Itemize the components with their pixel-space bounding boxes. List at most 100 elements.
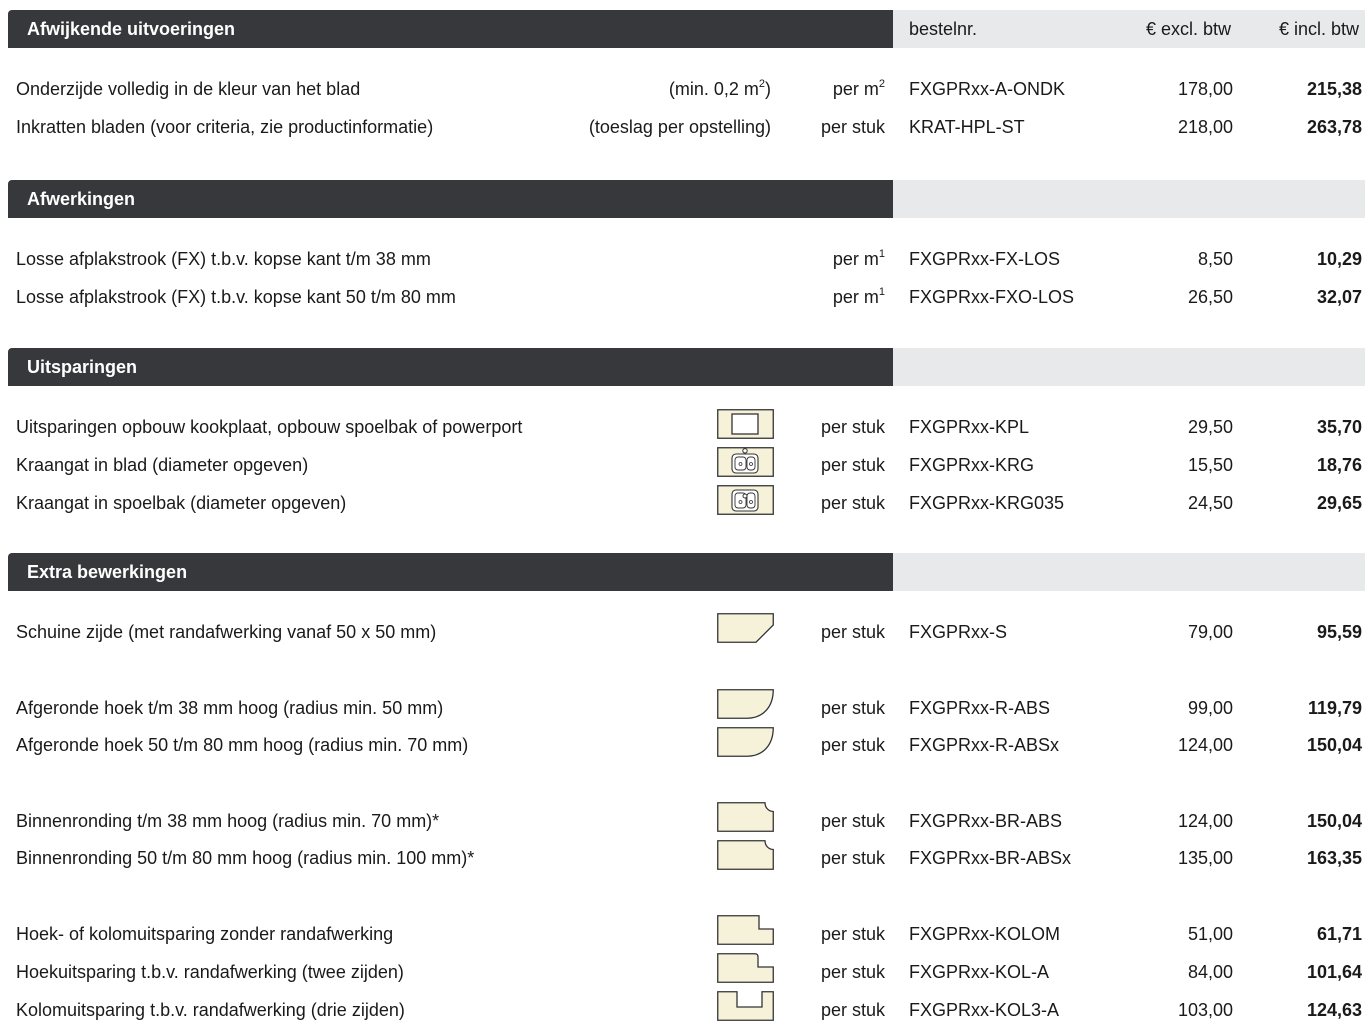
row-unit: per stuk [820, 811, 885, 831]
row-price-excl: 124,00 [1177, 811, 1233, 831]
row-unit: per stuk [820, 493, 885, 513]
row-unit: per m1 [832, 286, 885, 308]
row-description: Losse afplakstrook (FX) t.b.v. kopse kan… [16, 249, 431, 269]
column-notch-icon [717, 991, 774, 1021]
row-description: Hoekuitsparing t.b.v. randafwerking (twe… [16, 962, 404, 982]
section-title: Afwijkende uitvoeringen [27, 19, 236, 39]
row-price-incl: 263,78 [1306, 117, 1362, 137]
row-unit: per stuk [820, 698, 885, 718]
row-price-excl: 99,00 [1187, 698, 1233, 718]
row-note: (min. 0,2 m2) [668, 78, 771, 100]
tap-hole-blade-icon [717, 447, 774, 477]
row-code: KRAT-HPL-ST [909, 117, 1025, 137]
row-unit: per stuk [820, 455, 885, 475]
section-title: Afwerkingen [27, 189, 136, 209]
section-header-light [893, 553, 1365, 591]
row-description: Schuine zijde (met randafwerking vanaf 5… [16, 622, 437, 642]
row-description: Binnenronding t/m 38 mm hoog (radius min… [16, 811, 440, 831]
row-code: FXGPRxx-FX-LOS [909, 249, 1061, 269]
section-header-uitsparingen: Uitsparingen [8, 348, 893, 386]
row-code: FXGPRxx-R-ABS [909, 698, 1051, 718]
cutout-square-icon [717, 409, 774, 439]
row-price-incl: 95,59 [1316, 622, 1362, 642]
column-header-excl: € excl. btw [1145, 19, 1231, 39]
corner-notch-edge-icon [717, 953, 774, 983]
section-header-light [893, 180, 1365, 218]
row-price-incl: 32,07 [1316, 287, 1362, 307]
row-description: Afgeronde hoek 50 t/m 80 mm hoog (radius… [16, 735, 469, 755]
row-code: FXGPRxx-KOLOM [909, 924, 1061, 944]
row-description: Kolomuitsparing t.b.v. randafwerking (dr… [16, 1000, 405, 1020]
inner-round-icon [717, 840, 774, 870]
tap-hole-sink-icon [717, 485, 774, 515]
row-price-excl: 15,50 [1187, 455, 1233, 475]
section-title: Extra bewerkingen [27, 562, 188, 582]
row-code: FXGPRxx-KRG035 [909, 493, 1065, 513]
row-price-excl: 24,50 [1187, 493, 1233, 513]
row-price-incl: 10,29 [1316, 249, 1362, 269]
row-code: FXGPRxx-KOL3-A [909, 1000, 1060, 1020]
row-unit: per stuk [820, 848, 885, 868]
row-code: FXGPRxx-KOL-A [909, 962, 1050, 982]
row-note: (toeslag per opstelling) [588, 117, 771, 137]
row-price-excl: 135,00 [1177, 848, 1233, 868]
row-unit: per stuk [820, 417, 885, 437]
row-unit: per stuk [820, 924, 885, 944]
row-price-excl: 84,00 [1187, 962, 1233, 982]
column-header-incl: € incl. btw [1278, 19, 1359, 39]
row-unit: per stuk [820, 1000, 885, 1020]
row-price-excl: 218,00 [1177, 117, 1233, 137]
row-price-incl: 150,04 [1306, 811, 1362, 831]
row-description: Kraangat in blad (diameter opgeven) [16, 455, 309, 475]
row-price-excl: 103,00 [1177, 1000, 1233, 1020]
section-title: Uitsparingen [27, 357, 138, 377]
section-header-light [893, 348, 1365, 386]
row-unit: per m2 [832, 78, 885, 100]
row-price-incl: 163,35 [1306, 848, 1362, 868]
row-price-incl: 35,70 [1316, 417, 1362, 437]
corner-notch-icon [717, 915, 774, 945]
row-price-excl: 8,50 [1197, 249, 1233, 269]
row-price-incl: 215,38 [1306, 79, 1362, 99]
row-price-incl: 61,71 [1316, 924, 1362, 944]
row-price-excl: 51,00 [1187, 924, 1233, 944]
row-unit: per stuk [820, 117, 885, 137]
row-unit: per m1 [832, 248, 885, 270]
row-description: Hoek- of kolomuitsparing zonder randafwe… [16, 924, 394, 944]
row-price-excl: 79,00 [1187, 622, 1233, 642]
section-header-afwerkingen: Afwerkingen [8, 180, 893, 218]
bevel-corner-icon [717, 613, 774, 643]
rounded-corner-icon [717, 689, 774, 719]
row-code: FXGPRxx-BR-ABS [909, 811, 1063, 831]
row-unit: per stuk [820, 962, 885, 982]
row-price-incl: 124,63 [1306, 1000, 1362, 1020]
inner-round-icon [717, 802, 774, 832]
row-description: Losse afplakstrook (FX) t.b.v. kopse kan… [16, 287, 456, 307]
row-code: FXGPRxx-A-ONDK [909, 79, 1066, 99]
row-price-excl: 124,00 [1177, 735, 1233, 755]
row-code: FXGPRxx-KRG [909, 455, 1035, 475]
row-unit: per stuk [820, 735, 885, 755]
row-description: Binnenronding 50 t/m 80 mm hoog (radius … [16, 848, 475, 868]
row-price-excl: 178,00 [1177, 79, 1233, 99]
row-price-incl: 101,64 [1306, 962, 1362, 982]
section-header-extra-bewerkingen: Extra bewerkingen [8, 553, 893, 591]
section-header-afwijkende-uitvoeringen: Afwijkende uitvoeringen [8, 10, 893, 48]
rounded-corner-icon [717, 727, 774, 757]
row-code: FXGPRxx-KPL [909, 417, 1030, 437]
row-price-incl: 119,79 [1307, 698, 1362, 718]
row-description: Uitsparingen opbouw kookplaat, opbouw sp… [16, 417, 523, 437]
row-price-incl: 29,65 [1316, 493, 1362, 513]
row-price-incl: 150,04 [1306, 735, 1362, 755]
row-code: FXGPRxx-R-ABSx [909, 735, 1060, 755]
row-description: Afgeronde hoek t/m 38 mm hoog (radius mi… [16, 698, 444, 718]
row-unit: per stuk [820, 622, 885, 642]
column-header-bestelnr: bestelnr. [909, 19, 978, 39]
row-code: FXGPRxx-S [909, 622, 1008, 642]
row-price-excl: 26,50 [1187, 287, 1233, 307]
row-description: Inkratten bladen (voor criteria, zie pro… [16, 117, 434, 137]
row-code: FXGPRxx-BR-ABSx [909, 848, 1072, 868]
row-price-excl: 29,50 [1187, 417, 1233, 437]
row-description: Kraangat in spoelbak (diameter opgeven) [16, 493, 347, 513]
row-code: FXGPRxx-FXO-LOS [909, 287, 1075, 307]
